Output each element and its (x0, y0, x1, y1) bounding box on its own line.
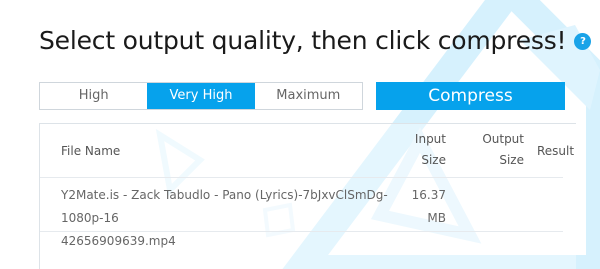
row-input-size-value: 16.37 (411, 188, 446, 202)
header-divider (40, 177, 563, 178)
header-result: Result (537, 144, 575, 158)
header-file-name: File Name (61, 144, 121, 158)
header-output-size-line2: Size (499, 153, 524, 167)
row-input-size: 16.37 MB (410, 184, 446, 230)
header-output-size: Output Size (476, 129, 524, 171)
quality-option-very-high[interactable]: Very High (147, 83, 255, 109)
compress-button[interactable]: Compress (376, 82, 565, 110)
row-file-name-line2: 42656909639.mp4 (61, 234, 176, 248)
row-divider (40, 231, 563, 232)
page-title-text: Select output quality, then click compre… (39, 26, 567, 55)
row-input-size-unit: MB (427, 211, 446, 225)
header-input-size: Input Size (406, 129, 446, 171)
quality-option-maximum[interactable]: Maximum (255, 83, 362, 109)
row-file-name-line1: Y2Mate.is - Zack Tabudlo - Pano (Lyrics)… (61, 188, 388, 225)
page-title: Select output quality, then click compre… (39, 26, 592, 55)
header-input-size-line1: Input (414, 132, 446, 146)
quality-selector: High Very High Maximum (39, 82, 363, 110)
help-icon[interactable]: ? (574, 32, 592, 50)
table-row: Y2Mate.is - Zack Tabudlo - Pano (Lyrics)… (61, 184, 401, 253)
file-table: File Name Input Size Output Size Result … (39, 123, 576, 269)
header-input-size-line2: Size (421, 153, 446, 167)
header-output-size-line1: Output (482, 132, 524, 146)
quality-option-high[interactable]: High (40, 83, 147, 109)
